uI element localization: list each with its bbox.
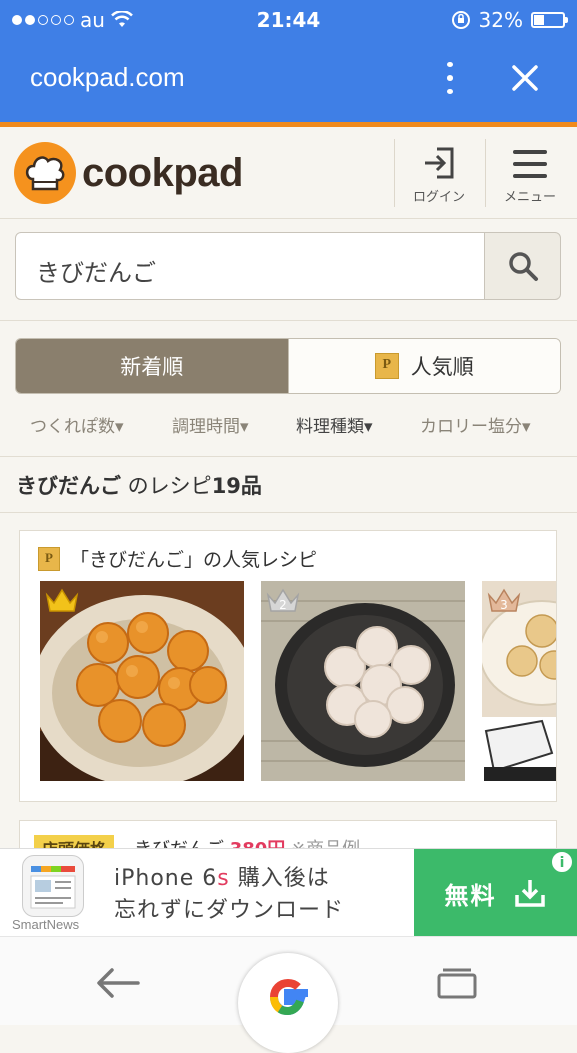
bottom-nav: [0, 936, 577, 1053]
more-vert-icon[interactable]: [438, 58, 462, 98]
login-icon: [425, 147, 454, 179]
ad-line-1-s: s: [217, 866, 230, 891]
ad-button-label: 無料: [444, 881, 497, 910]
divider: [0, 456, 577, 457]
menu-button[interactable]: メニュー: [486, 137, 574, 209]
ad-text: iPhone 6s 購入後は 忘れずにダウンロード: [114, 863, 344, 927]
premium-badge: P: [38, 546, 60, 571]
crown-silver-icon: 2: [266, 588, 300, 612]
filter-tsukurepo[interactable]: つくれぽ数▾: [30, 412, 124, 437]
divider: [0, 320, 577, 321]
back-arrow-icon[interactable]: [94, 965, 142, 1001]
search-input[interactable]: きびだんご: [15, 232, 485, 300]
crown-gold-icon: [45, 588, 79, 612]
rank-number: 2: [279, 598, 287, 612]
recipe-thumb-1[interactable]: [40, 581, 244, 781]
ad-line-1-a: iPhone 6: [114, 866, 218, 891]
logo-text: cookpad: [82, 150, 243, 195]
result-count: きびだんご のレシピ19品: [16, 470, 262, 500]
ad-banner[interactable]: SmartNews iPhone 6s 購入後は 忘れずにダウンロード 無料 i: [0, 848, 577, 937]
tab-label: 人気順: [410, 355, 474, 379]
rotation-lock-icon: [451, 11, 470, 29]
search-bar: きびだんご: [15, 232, 561, 300]
menu-label: メニュー: [503, 190, 556, 205]
smartnews-app-icon: [22, 855, 84, 917]
rank-number: 3: [500, 598, 508, 612]
google-button[interactable]: [238, 953, 338, 1053]
login-button[interactable]: ログイン: [395, 137, 483, 209]
recipe-thumb-2[interactable]: 2: [261, 581, 465, 781]
close-icon[interactable]: [505, 58, 545, 98]
search-icon: [508, 252, 538, 281]
ad-line-2: 忘れずにダウンロード: [114, 898, 345, 923]
tab-newest[interactable]: 新着順: [16, 339, 288, 393]
filter-dish-type[interactable]: 料理種類▾: [296, 412, 373, 437]
popular-title-text: 「きびだんご」の人気レシピ: [70, 549, 318, 571]
sort-tabs: 新着順 P 人気順: [15, 338, 561, 394]
browser-toolbar: cookpad.com: [0, 40, 577, 122]
tab-label: 新着順: [120, 355, 184, 379]
filter-calorie[interactable]: カロリー塩分▾: [420, 412, 531, 437]
hamburger-icon: [513, 150, 547, 178]
site-header: cookpad ログイン メニュー: [0, 127, 577, 219]
result-keyword: きびだんご: [16, 474, 121, 498]
chef-hat-icon: [14, 142, 76, 204]
download-icon: [514, 880, 545, 907]
premium-badge: P: [374, 353, 399, 379]
google-g-icon: [270, 978, 308, 1016]
divider: [0, 512, 577, 513]
info-icon[interactable]: i: [551, 851, 573, 873]
result-suffix: のレシピ: [121, 474, 212, 498]
url-text[interactable]: cookpad.com: [30, 62, 185, 93]
tab-popular[interactable]: P 人気順: [287, 339, 560, 393]
filter-cook-time[interactable]: 調理時間▾: [172, 412, 249, 437]
status-bar: au 21:44 32%: [0, 0, 577, 40]
login-label: ログイン: [412, 190, 465, 205]
smartnews-label: SmartNews: [12, 917, 80, 932]
search-button[interactable]: [484, 232, 561, 300]
popular-title: P 「きびだんご」の人気レシピ: [38, 545, 317, 572]
popular-recipes-card: P 「きびだんご」の人気レシピ 2 3: [19, 530, 557, 802]
tabs-icon[interactable]: [436, 967, 478, 999]
battery-icon: [531, 12, 568, 28]
recipe-thumb-3[interactable]: 3: [482, 581, 556, 781]
ad-line-1: iPhone 6s 購入後は: [114, 863, 344, 895]
battery-percent: 32%: [478, 8, 523, 32]
status-right: 32%: [451, 8, 568, 32]
cookpad-logo[interactable]: cookpad: [14, 142, 243, 204]
result-number: 19品: [211, 474, 262, 498]
ad-line-1-b: 購入後は: [229, 866, 330, 891]
filter-row: つくれぽ数▾ 調理時間▾ 料理種類▾ カロリー塩分▾: [0, 412, 577, 440]
crown-bronze-icon: 3: [487, 588, 521, 612]
